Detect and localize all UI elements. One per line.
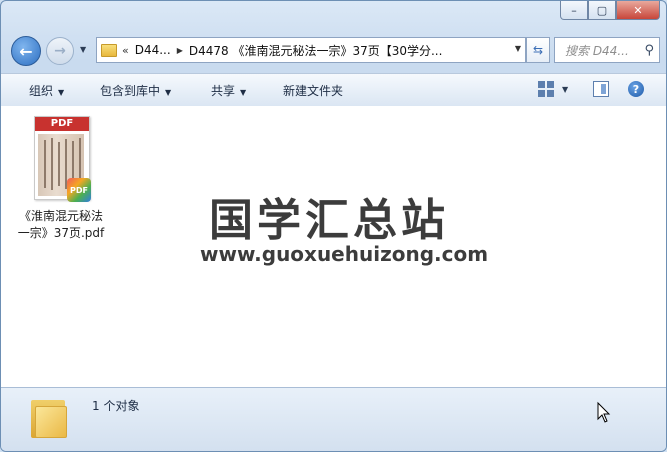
folder-icon xyxy=(101,43,117,57)
share-label: 共享 xyxy=(211,84,236,98)
minimize-button[interactable]: – xyxy=(560,1,588,20)
file-name[interactable]: 《淮南混元秘法 一宗》37页.pdf xyxy=(11,208,111,242)
chevron-down-icon: ▼ xyxy=(165,88,172,97)
pdf-thumb-label: PDF xyxy=(35,117,89,131)
folder-icon xyxy=(31,396,67,438)
refresh-button[interactable]: ⇆ xyxy=(526,37,550,63)
recent-pages-dropdown-icon[interactable]: ▼ xyxy=(80,45,86,54)
breadcrumb-separator-icon[interactable]: ▶ xyxy=(177,46,183,55)
file-name-line: 《淮南混元秘法 xyxy=(18,209,103,223)
share-menu[interactable]: 共享 ▼ xyxy=(211,82,246,99)
back-button[interactable]: ← xyxy=(11,36,41,66)
item-count: 1 个对象 xyxy=(92,399,140,413)
view-options-dropdown-icon[interactable]: ▼ xyxy=(562,85,568,94)
new-folder-button[interactable]: 新建文件夹 xyxy=(283,82,343,99)
search-box[interactable]: 搜索 D44... ⚲ xyxy=(554,37,660,63)
change-view-icon[interactable] xyxy=(538,81,554,97)
file-item[interactable]: PDF PDF 《淮南混元秘法 一宗》37页.pdf xyxy=(11,112,111,242)
organize-menu[interactable]: 组织 ▼ xyxy=(29,82,64,99)
navigation-bar: ← → ▼ « D44... ▶ D4478 《淮南混元秘法一宗》37页【30学… xyxy=(1,33,666,67)
back-arrow-icon: ← xyxy=(19,41,33,61)
breadcrumb-current[interactable]: D4478 《淮南混元秘法一宗》37页【30学分... xyxy=(189,42,443,59)
help-icon[interactable]: ? xyxy=(628,81,644,97)
search-input[interactable]: 搜索 D44... xyxy=(565,42,629,59)
watermark-url: www.guoxuehuizong.com xyxy=(200,242,489,266)
pdf-reader-icon: PDF xyxy=(67,178,91,202)
forward-arrow-icon: → xyxy=(54,43,66,59)
mouse-cursor-icon xyxy=(597,401,611,423)
forward-button[interactable]: → xyxy=(46,37,74,65)
new-folder-label: 新建文件夹 xyxy=(283,84,344,98)
include-in-library-label: 包含到库中 xyxy=(100,84,161,98)
file-name-line: 一宗》37页.pdf xyxy=(17,226,105,240)
search-icon[interactable]: ⚲ xyxy=(644,43,654,58)
address-dropdown-icon[interactable]: ▼ xyxy=(515,44,521,53)
organize-label: 组织 xyxy=(29,84,54,98)
address-bar[interactable]: « D44... ▶ D4478 《淮南混元秘法一宗》37页【30学分... ▼ xyxy=(96,37,526,63)
chevron-down-icon: ▼ xyxy=(58,88,65,97)
command-bar: 组织 ▼ 包含到库中 ▼ 共享 ▼ 新建文件夹 ▼ ? xyxy=(1,73,666,107)
refresh-icon: ⇆ xyxy=(532,43,544,57)
details-pane: 1 个对象 xyxy=(1,387,666,451)
maximize-button[interactable]: ▢ xyxy=(588,1,616,20)
breadcrumb-overflow[interactable]: « xyxy=(122,44,129,57)
preview-pane-icon[interactable] xyxy=(593,81,609,97)
include-in-library-menu[interactable]: 包含到库中 ▼ xyxy=(100,82,171,99)
breadcrumb-item[interactable]: D44... xyxy=(135,43,171,57)
chevron-down-icon: ▼ xyxy=(240,88,247,97)
watermark-title: 国学汇总站 xyxy=(209,195,449,246)
file-list[interactable]: PDF PDF 《淮南混元秘法 一宗》37页.pdf 国学汇总站 www.guo… xyxy=(1,106,666,387)
caption-buttons: – ▢ ✕ xyxy=(560,1,660,20)
close-button[interactable]: ✕ xyxy=(616,1,660,20)
explorer-window: – ▢ ✕ ← → ▼ « D44... ▶ D4478 《淮南混元秘法一宗》3… xyxy=(0,0,667,452)
